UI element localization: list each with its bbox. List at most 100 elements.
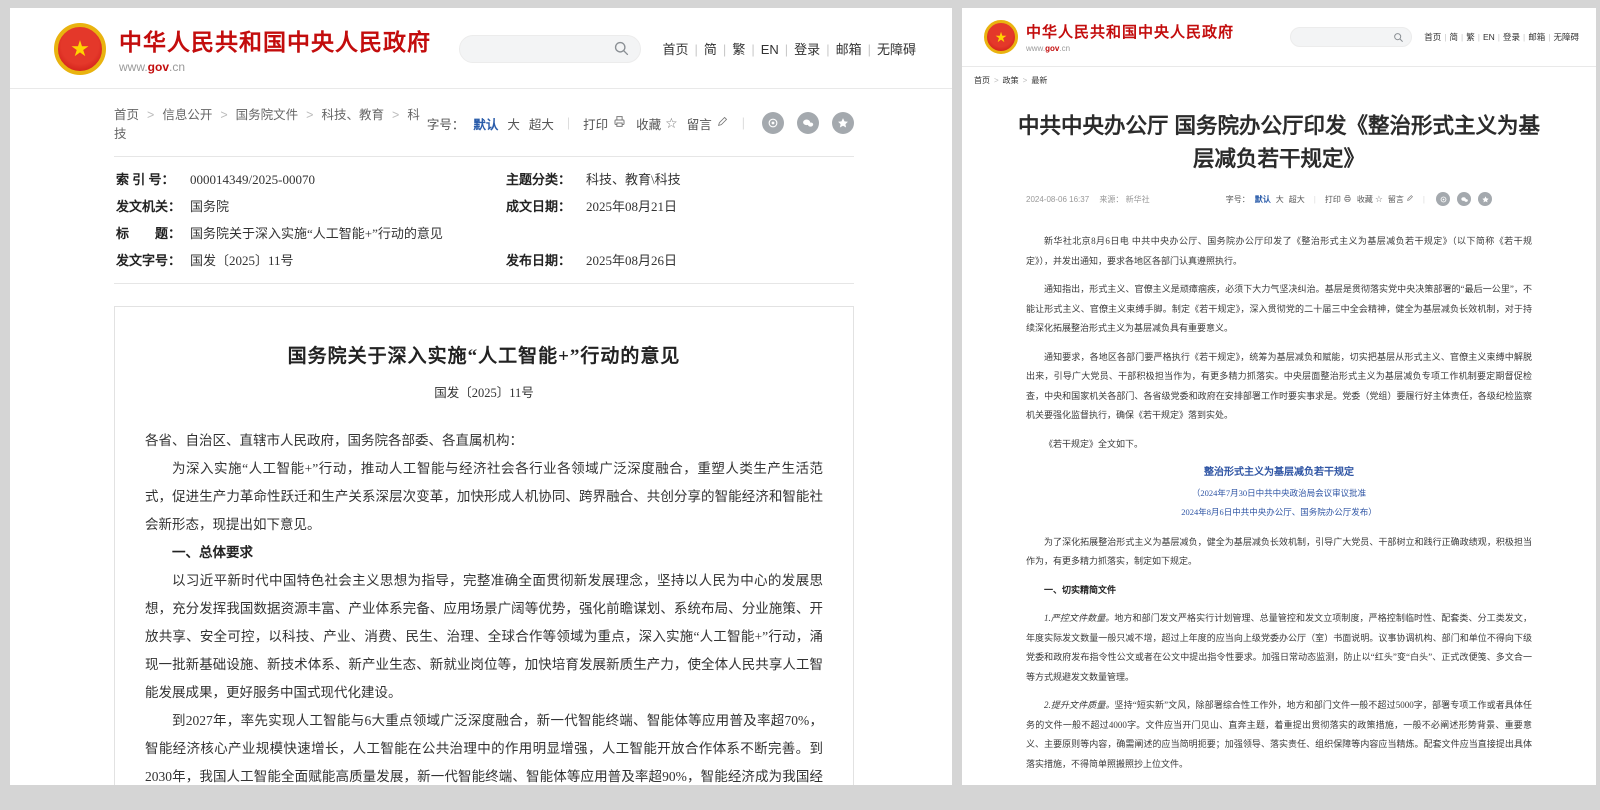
- meta-label: 成文日期：: [506, 196, 586, 215]
- breadcrumb-item-3[interactable]: 科技、教育: [321, 108, 384, 122]
- nav-link-1[interactable]: 简: [1450, 32, 1459, 42]
- meta-value: 2025年08月26日: [586, 250, 852, 269]
- collect-label: 收藏: [1357, 194, 1373, 205]
- fontsize-large[interactable]: 大: [507, 114, 520, 133]
- pencil-icon: [1406, 194, 1414, 204]
- breadcrumb-item-0[interactable]: 首页: [974, 76, 990, 85]
- separator: |: [1478, 32, 1480, 42]
- article-date-source: 2024-08-06 16:37 来源： 新华社: [1026, 194, 1150, 205]
- weibo-icon[interactable]: [1436, 192, 1450, 206]
- left-browser-window: ★ 中华人民共和国中央人民政府 www.gov.cn 首页|简|繁|EN|登录|…: [10, 8, 952, 785]
- nav-link-6[interactable]: 无障碍: [877, 42, 916, 57]
- section-heading: 一、切实精简文件: [1026, 581, 1532, 601]
- weibo-icon[interactable]: [762, 112, 784, 134]
- site-brand[interactable]: ★ 中华人民共和国中央人民政府 www.gov.cn: [984, 20, 1234, 54]
- document-number: 国发〔2025〕11号: [145, 382, 823, 401]
- fontsize-xlarge[interactable]: 超大: [1289, 194, 1305, 205]
- meta-value: 科技、教育\科技: [586, 169, 852, 188]
- nav-link-2[interactable]: 繁: [732, 42, 745, 57]
- separator: |: [1444, 32, 1446, 42]
- favorite-star-icon[interactable]: [832, 112, 854, 134]
- site-brand[interactable]: ★ 中华人民共和国中央人民政府 www.gov.cn: [54, 23, 431, 75]
- emblem-star-icon: ★: [70, 38, 90, 60]
- nav-link-0[interactable]: 首页: [663, 42, 689, 57]
- separator: |: [1461, 32, 1463, 42]
- nav-link-0[interactable]: 首页: [1424, 32, 1441, 42]
- nav-link-6[interactable]: 无障碍: [1553, 32, 1579, 42]
- fontsize-default[interactable]: 默认: [1255, 194, 1271, 205]
- print-button[interactable]: 打印: [583, 114, 627, 133]
- nav-link-1[interactable]: 简: [704, 42, 717, 57]
- article-meta-row: 2024-08-06 16:37 来源： 新华社 字号： 默认 大 超大 | 打…: [1026, 192, 1492, 206]
- nav-link-3[interactable]: EN: [761, 42, 779, 57]
- separator: |: [826, 42, 829, 57]
- breadcrumb-item-2[interactable]: 最新: [1031, 76, 1047, 85]
- site-url: www.gov.cn: [1026, 44, 1234, 53]
- top-nav: 首页|简|繁|EN|登录|邮箱|无障碍: [1421, 31, 1582, 43]
- site-url-gov: gov: [148, 60, 169, 74]
- printer-icon: [612, 114, 627, 132]
- site-title: 中华人民共和国中央人民政府: [1026, 21, 1234, 42]
- collect-button[interactable]: 收藏☆: [1357, 194, 1383, 205]
- document-meta-table: 索 引 号：000014349/2025-00070主题分类：科技、教育\科技发…: [114, 156, 854, 284]
- meta-value: 国发〔2025〕11号: [190, 250, 506, 269]
- fontsize-label: 字号：: [1226, 194, 1250, 205]
- breadcrumb-item-1[interactable]: 信息公开: [162, 108, 212, 122]
- fontsize-default[interactable]: 默认: [473, 114, 498, 133]
- separator: >: [306, 108, 313, 122]
- section-heading: 一、总体要求: [145, 539, 823, 567]
- article-title: 中共中央办公厅 国务院办公厅印发《整治形式主义为基层减负若干规定》: [1018, 110, 1540, 176]
- paragraph: 2024年8月6日中共中央办公厅、国务院办公厅发布）: [1026, 504, 1532, 521]
- meta-label: 发文机关：: [116, 196, 190, 215]
- meta-label: 索 引 号：: [116, 169, 190, 188]
- breadcrumb-item-1[interactable]: 政策: [1003, 76, 1019, 85]
- paragraph: 2.提升文件质量。坚持“短实新”文风，除部署综合性工作外，地方和部门文件一般不超…: [1026, 696, 1532, 774]
- comment-button[interactable]: 留言: [1388, 194, 1414, 205]
- search-box[interactable]: [459, 35, 641, 63]
- comment-button[interactable]: 留言: [687, 114, 729, 133]
- comment-label: 留言: [1388, 194, 1404, 205]
- print-label: 打印: [583, 114, 608, 133]
- nav-link-3[interactable]: EN: [1483, 32, 1495, 42]
- paragraph: 到2027年，率先实现人工智能与6大重点领域广泛深度融合，新一代智能终端、智能体…: [145, 707, 823, 785]
- search-box[interactable]: [1290, 27, 1412, 47]
- source-label: 来源：: [1099, 195, 1123, 204]
- separator: |: [785, 42, 788, 57]
- wechat-icon[interactable]: [797, 112, 819, 134]
- fontsize-xlarge[interactable]: 超大: [529, 114, 554, 133]
- meta-label: 发文字号：: [116, 250, 190, 269]
- meta-label: 标 题：: [116, 223, 190, 242]
- search-icon[interactable]: [613, 40, 630, 57]
- pencil-icon: [716, 115, 729, 131]
- paragraph: 1.严控文件数量。地方和部门发文严格实行计划管理、总量管控和发文立项制度，严格控…: [1026, 609, 1532, 687]
- source-value[interactable]: 新华社: [1126, 195, 1150, 204]
- meta-value: 国务院: [190, 196, 506, 215]
- printer-icon: [1343, 194, 1352, 205]
- fontsize-large[interactable]: 大: [1276, 194, 1284, 205]
- national-emblem-logo: ★: [984, 20, 1018, 54]
- nav-link-5[interactable]: 邮箱: [1528, 32, 1545, 42]
- page-tools: 字号： 默认 大 超大 | 打印 收藏☆ 留言 |: [1226, 192, 1492, 206]
- search-input[interactable]: [474, 42, 613, 56]
- breadcrumb-item-2[interactable]: 国务院文件: [236, 108, 299, 122]
- separator: |: [1498, 32, 1500, 42]
- wechat-icon[interactable]: [1457, 192, 1471, 206]
- nav-link-2[interactable]: 繁: [1466, 32, 1475, 42]
- favorite-star-icon[interactable]: [1478, 192, 1492, 206]
- left-site-header: ★ 中华人民共和国中央人民政府 www.gov.cn 首页|简|繁|EN|登录|…: [10, 8, 952, 89]
- paragraph: 《若干规定》全文如下。: [1026, 435, 1532, 455]
- separator: >: [220, 108, 227, 122]
- left-breadcrumb-toolbar-row: 首页>信息公开>国务院文件>科技、教育>科技 字号： 默认 大 超大 | 打印 …: [10, 89, 952, 154]
- nav-link-4[interactable]: 登录: [794, 42, 820, 57]
- search-input[interactable]: [1300, 30, 1393, 44]
- collect-button[interactable]: 收藏☆: [636, 114, 678, 133]
- site-url-www: www.: [119, 60, 148, 74]
- nav-link-4[interactable]: 登录: [1503, 32, 1520, 42]
- search-icon[interactable]: [1393, 32, 1404, 43]
- print-button[interactable]: 打印: [1325, 194, 1352, 205]
- breadcrumb-item-0[interactable]: 首页: [114, 108, 139, 122]
- divider: |: [567, 116, 570, 130]
- separator: >: [994, 76, 999, 85]
- site-url-cn: .cn: [1059, 44, 1070, 53]
- nav-link-5[interactable]: 邮箱: [836, 42, 862, 57]
